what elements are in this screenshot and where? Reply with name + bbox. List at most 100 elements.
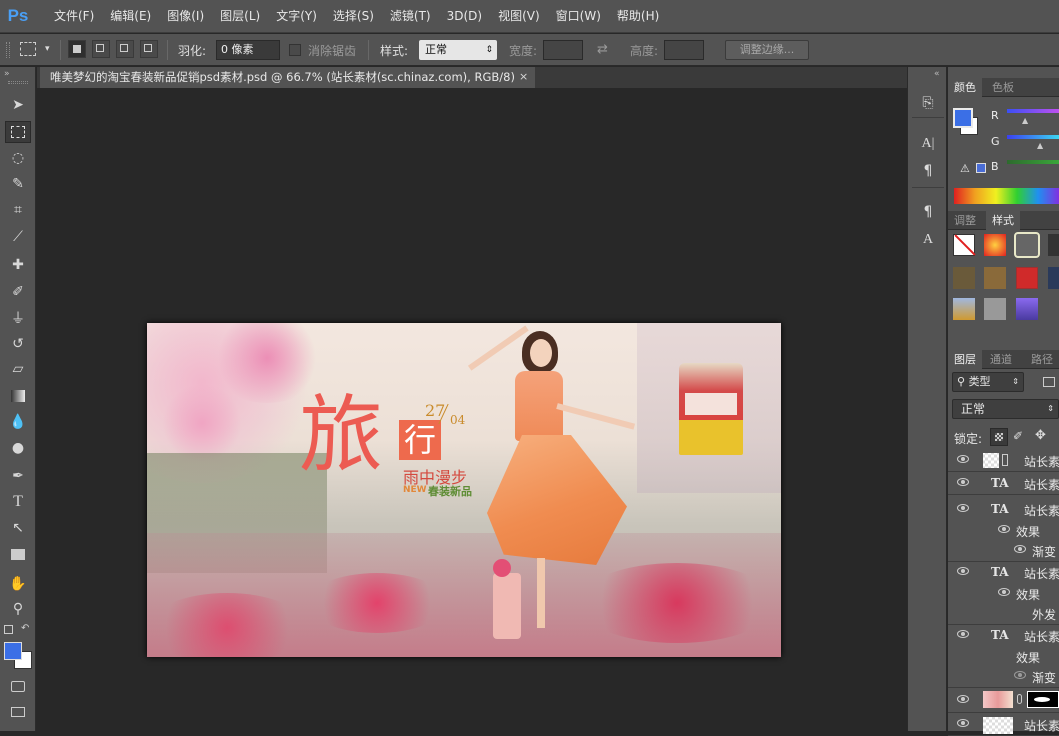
feather-input[interactable]: 0 像素 bbox=[216, 40, 280, 60]
rect-marquee-preset-icon[interactable] bbox=[20, 42, 36, 56]
panel-fg-swatch[interactable] bbox=[953, 108, 973, 128]
visibility-eye-icon[interactable] bbox=[957, 478, 969, 486]
banner-image[interactable]: 旅 行 27 04 雨中漫步 NEW 春装新品 bbox=[147, 323, 781, 657]
pen-tool-icon[interactable]: ✒ bbox=[5, 465, 31, 487]
menu-type[interactable]: 文字(Y) bbox=[268, 0, 325, 33]
visibility-eye-icon[interactable] bbox=[998, 588, 1010, 596]
subtract-selection-button[interactable] bbox=[116, 40, 134, 58]
effects-row[interactable]: 效果 bbox=[948, 583, 1059, 605]
tab-styles[interactable]: 样式 bbox=[986, 211, 1020, 230]
tab-adjustments[interactable]: 调整 bbox=[948, 211, 982, 230]
layer-row[interactable]: 站长素 bbox=[948, 450, 1059, 472]
tab-swatches[interactable]: 色板 bbox=[986, 78, 1020, 97]
menu-edit[interactable]: 编辑(E) bbox=[102, 0, 159, 33]
tab-color[interactable]: 颜色 bbox=[948, 78, 982, 97]
foreground-color-swatch[interactable] bbox=[4, 642, 22, 660]
swap-icon[interactable]: ⇄ bbox=[597, 42, 608, 57]
type-tool-icon[interactable]: T bbox=[5, 491, 31, 513]
style-select[interactable]: 正常 ⇕ bbox=[419, 40, 497, 60]
width-input[interactable] bbox=[543, 40, 583, 60]
chevron-down-icon[interactable]: ▾ bbox=[45, 44, 50, 54]
dodge-tool-icon[interactable]: ● bbox=[5, 437, 31, 459]
lock-pixels-icon[interactable]: ✐ bbox=[1013, 429, 1023, 443]
visibility-eye-icon[interactable] bbox=[998, 525, 1010, 533]
slider-thumb-icon[interactable]: ▲ bbox=[1022, 116, 1028, 125]
style-swatch[interactable] bbox=[1016, 298, 1038, 320]
effect-item-row[interactable]: 外发 bbox=[948, 603, 1059, 625]
add-selection-button[interactable] bbox=[92, 40, 110, 58]
antialias-checkbox[interactable] bbox=[289, 44, 301, 56]
new-selection-button[interactable] bbox=[68, 40, 86, 58]
slider-thumb-icon[interactable]: ▲ bbox=[1037, 141, 1043, 150]
style-swatch[interactable] bbox=[984, 234, 1006, 256]
style-swatch[interactable] bbox=[1016, 267, 1038, 289]
effect-item-row[interactable]: 渐变 bbox=[948, 540, 1059, 562]
default-colors-icon[interactable] bbox=[4, 625, 13, 634]
layer-row[interactable]: TA 站长素 bbox=[948, 499, 1059, 521]
gradient-tool-icon[interactable] bbox=[5, 385, 31, 407]
document-tab[interactable]: 唯美梦幻的淘宝春装新品促销psd素材.psd @ 66.7% (站长素材(sc.… bbox=[40, 67, 535, 88]
visibility-eye-icon[interactable] bbox=[957, 504, 969, 512]
character-styles-icon[interactable]: A bbox=[917, 230, 939, 250]
history-panel-icon[interactable]: ⎘ bbox=[917, 93, 939, 113]
layer-filter-select[interactable]: ⚲ 类型 ⇕ bbox=[952, 372, 1024, 392]
close-document-icon[interactable]: × bbox=[519, 70, 528, 83]
menu-select[interactable]: 选择(S) bbox=[325, 0, 382, 33]
style-swatch[interactable] bbox=[953, 267, 975, 289]
menu-filter[interactable]: 滤镜(T) bbox=[382, 0, 439, 33]
style-swatch[interactable] bbox=[984, 267, 1006, 289]
tab-layers[interactable]: 图层 bbox=[948, 350, 982, 369]
visibility-eye-icon[interactable] bbox=[957, 567, 969, 575]
menu-view[interactable]: 视图(V) bbox=[490, 0, 548, 33]
menu-layer[interactable]: 图层(L) bbox=[212, 0, 268, 33]
channel-g-slider[interactable] bbox=[1007, 135, 1059, 139]
menu-file[interactable]: 文件(F) bbox=[46, 0, 102, 33]
style-swatch[interactable] bbox=[1048, 234, 1059, 256]
visibility-eye-icon[interactable] bbox=[957, 455, 969, 463]
screen-mode-icon[interactable] bbox=[5, 701, 31, 723]
menu-3d[interactable]: 3D(D) bbox=[439, 0, 490, 33]
clone-stamp-tool-icon[interactable]: ⏚ bbox=[5, 307, 31, 329]
lock-transparency-icon[interactable] bbox=[990, 428, 1008, 446]
zoom-tool-icon[interactable]: ⚲ bbox=[5, 598, 31, 620]
height-input[interactable] bbox=[664, 40, 704, 60]
blend-mode-select[interactable]: 正常 ⇕ bbox=[952, 399, 1059, 419]
menu-help[interactable]: 帮助(H) bbox=[609, 0, 667, 33]
visibility-eye-icon[interactable] bbox=[957, 695, 969, 703]
channel-b-slider[interactable] bbox=[1007, 160, 1059, 164]
layer-row[interactable]: TA 站长素 bbox=[948, 473, 1059, 495]
swap-colors-icon[interactable]: ↶ bbox=[21, 623, 29, 634]
crop-tool-icon[interactable]: ⌗ bbox=[5, 199, 31, 221]
character-panel-icon[interactable]: A| bbox=[917, 134, 939, 154]
layer-row[interactable] bbox=[948, 688, 1059, 713]
tab-channels[interactable]: 通道 bbox=[984, 350, 1018, 369]
eyedropper-tool-icon[interactable]: ⟋ bbox=[5, 226, 31, 248]
style-swatch[interactable] bbox=[1048, 267, 1059, 289]
menu-window[interactable]: 窗口(W) bbox=[548, 0, 609, 33]
layer-row[interactable]: TA 站长素 bbox=[948, 562, 1059, 584]
rect-marquee-tool-icon[interactable] bbox=[5, 121, 31, 143]
style-swatch[interactable] bbox=[953, 298, 975, 320]
style-swatch-selected[interactable] bbox=[1014, 232, 1040, 258]
quick-select-tool-icon[interactable]: ✎ bbox=[5, 173, 31, 195]
move-tool-icon[interactable]: ➤ bbox=[5, 94, 31, 116]
style-swatch[interactable] bbox=[984, 298, 1006, 320]
brush-tool-icon[interactable]: ✐ bbox=[5, 281, 31, 303]
lasso-tool-icon[interactable]: ◌ bbox=[5, 147, 31, 169]
warning-icon[interactable]: ⚠ bbox=[960, 162, 970, 175]
gamut-swatch[interactable] bbox=[976, 163, 986, 173]
channel-r-slider[interactable] bbox=[1007, 109, 1059, 113]
quick-mask-icon[interactable] bbox=[5, 675, 31, 697]
blur-tool-icon[interactable]: 💧 bbox=[5, 411, 31, 433]
visibility-eye-icon[interactable] bbox=[957, 719, 969, 727]
path-select-tool-icon[interactable]: ↖ bbox=[5, 517, 31, 539]
color-ramp[interactable] bbox=[954, 188, 1059, 204]
menu-image[interactable]: 图像(I) bbox=[159, 0, 212, 33]
refine-edge-button[interactable]: 调整边缘... bbox=[725, 40, 809, 60]
hand-tool-icon[interactable]: ✋ bbox=[5, 573, 31, 595]
layer-row[interactable]: TA 站长素 bbox=[948, 625, 1059, 647]
history-brush-tool-icon[interactable]: ↺ bbox=[5, 333, 31, 355]
effects-row[interactable]: 效果 bbox=[948, 520, 1059, 542]
effects-row[interactable]: 效果 bbox=[948, 646, 1059, 668]
visibility-eye-icon[interactable] bbox=[957, 630, 969, 638]
